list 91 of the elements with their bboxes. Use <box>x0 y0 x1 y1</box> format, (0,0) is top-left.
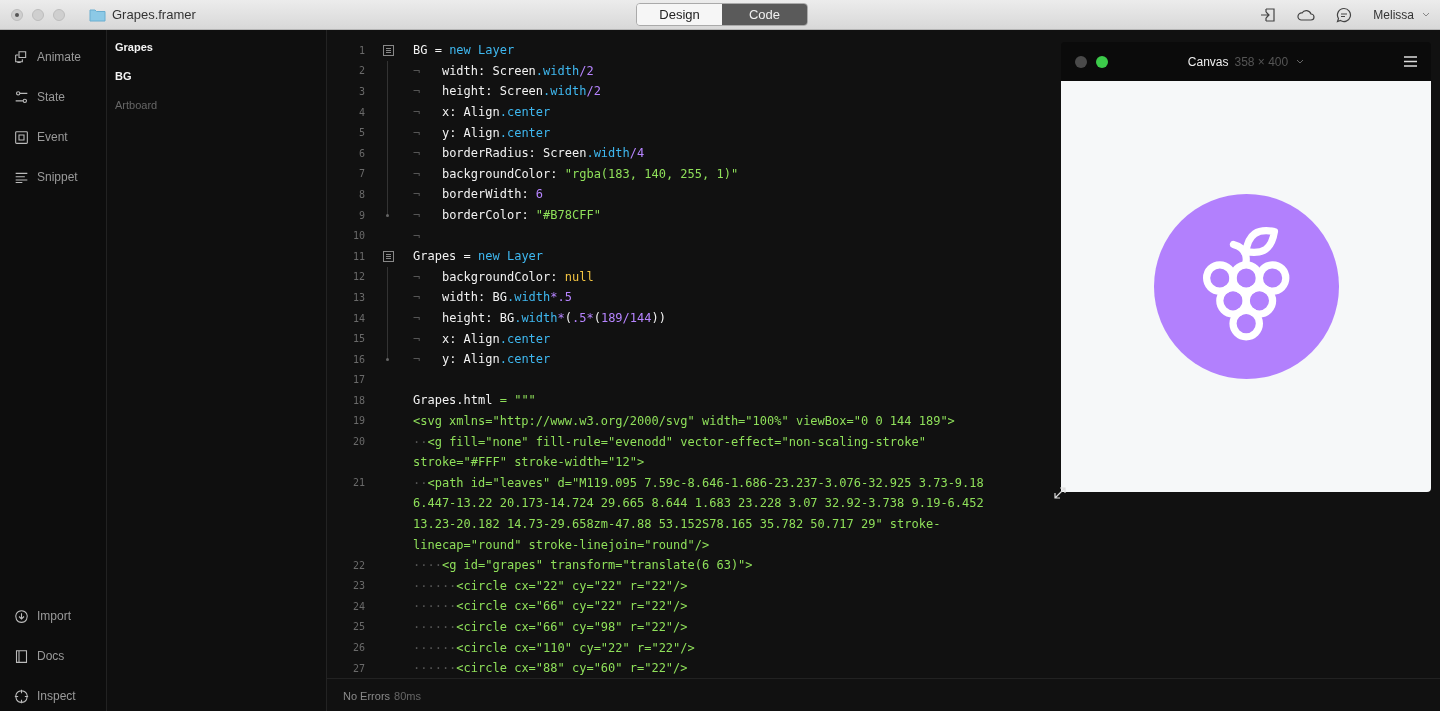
code-line: 13.23-20.182 14.73-29.658zm-47.88 53.152S78.165 35.782 50.717 29" stroke- <box>413 516 941 531</box>
resize-icon[interactable] <box>1053 486 1067 500</box>
line-number: 7 <box>357 168 365 180</box>
code-line: linecap="round" stroke-linejoin="round"/> <box>413 537 710 552</box>
code-line: ¬ borderRadius: Screen.width/4 <box>413 146 645 161</box>
layer-item[interactable]: Grapes <box>107 38 153 56</box>
line-number: 23 <box>351 580 365 592</box>
code-line: ¬ height: Screen.width/2 <box>413 84 601 99</box>
status-message: No Errors <box>343 690 391 703</box>
code-line: stroke="#FFF" stroke-width="12"> <box>413 455 645 470</box>
animate-icon <box>14 49 29 65</box>
code-line: ¬ <box>413 228 421 243</box>
code-line: ¬ y: Align.center <box>413 352 551 367</box>
line-number: 1 <box>357 44 365 56</box>
line-number: 10 <box>351 230 365 242</box>
line-number: 17 <box>351 374 365 386</box>
window-title: Grapes.framer <box>112 7 196 22</box>
sidebar-item[interactable]: Inspect <box>0 685 106 707</box>
line-number: 27 <box>351 662 365 674</box>
event-icon <box>14 129 29 145</box>
mode-tab[interactable]: Design <box>637 4 722 25</box>
code-line: ¬ borderWidth: 6 <box>413 187 544 202</box>
canvas-title: Canvas <box>1187 54 1229 69</box>
line-number: 18 <box>351 394 365 406</box>
status-time: 80ms <box>394 690 421 703</box>
code-line: ··<g fill="none" fill-rule="evenodd" vector-effect="non-scaling-stroke" <box>413 434 926 449</box>
docs-icon <box>14 648 29 664</box>
code-line: ··<path id="leaves" d="M119.095 7.59c-8.646-1.686-23.237-3.076-32.925 3.73-9.18 <box>413 475 984 490</box>
code-line: ······<circle cx="66" cy="22" r="22"/> <box>413 599 688 614</box>
code-line: ¬ y: Align.center <box>413 125 551 140</box>
code-line: <svg xmlns="http://www.w3.org/2000/svg" width="100%" viewBox="0 0 144 189"> <box>413 414 955 428</box>
inspect-icon <box>14 688 29 704</box>
line-number: 9 <box>357 209 365 221</box>
line-number: 5 <box>357 127 365 139</box>
sidebar-item[interactable]: Docs <box>0 645 106 667</box>
code-line: ¬ backgroundColor: null <box>413 269 594 284</box>
line-number: 25 <box>351 621 365 633</box>
code-line: ¬ backgroundColor: "rgba(183, 140, 255, 1)" <box>413 166 739 181</box>
code-line: Grapes = new Layer <box>413 249 544 264</box>
sidebar-item[interactable]: State <box>0 86 106 108</box>
import-icon <box>14 608 29 624</box>
window-control-button[interactable] <box>1096 55 1108 68</box>
code-line: ······<circle cx="88" cy="60" r="22"/> <box>413 661 688 676</box>
code-line: ······<circle cx="22" cy="22" r="22"/> <box>413 578 688 593</box>
window-control-button[interactable] <box>11 8 23 21</box>
code-line: ¬ width: Screen.width/2 <box>413 63 594 78</box>
export-icon[interactable] <box>1260 6 1277 23</box>
code-line: ······<circle cx="110" cy="22" r="22"/> <box>413 640 695 655</box>
sidebar-item[interactable]: Animate <box>0 46 106 68</box>
line-number: 4 <box>357 106 365 118</box>
line-number: 6 <box>357 147 365 159</box>
line-number: 19 <box>351 415 365 427</box>
state-icon <box>14 89 29 105</box>
code-line: BG = new Layer <box>413 43 515 58</box>
sidebar-item[interactable]: Event <box>0 126 106 148</box>
line-number: 13 <box>351 291 365 303</box>
fold-icon[interactable] <box>382 250 394 262</box>
cloud-icon[interactable] <box>1297 7 1316 22</box>
line-number: 14 <box>351 312 365 324</box>
code-line: ¬ x: Align.center <box>413 331 551 346</box>
line-number: 2 <box>357 65 365 77</box>
line-number: 11 <box>351 250 365 262</box>
sidebar-item[interactable]: Import <box>0 605 106 627</box>
code-line: ¬ x: Align.center <box>413 105 551 120</box>
line-number: 24 <box>351 600 365 612</box>
caret-icon <box>1422 12 1430 17</box>
caret-icon <box>1296 59 1305 64</box>
user-menu[interactable]: Melissa <box>1373 7 1430 22</box>
code-line: 6.447-13.22 20.173-14.724 29.665 8.644 1.683 23.228 3.07 32.92-3.738 9.19-6.452 <box>413 496 984 511</box>
fold-icon[interactable] <box>382 44 394 56</box>
line-number: 16 <box>351 353 365 365</box>
line-number: 15 <box>351 333 365 345</box>
mode-tab[interactable]: Code <box>722 4 807 25</box>
code-line: ¬ height: BG.width*(.5*(189/144)) <box>413 311 666 325</box>
line-number: 22 <box>351 559 365 571</box>
menu-icon[interactable] <box>1404 56 1417 67</box>
code-line: ¬ borderColor: "#B78CFF" <box>413 208 601 223</box>
line-number: 20 <box>351 436 365 448</box>
code-line: Grapes.html = """ <box>413 393 536 408</box>
line-number: 21 <box>351 477 365 489</box>
line-number: 8 <box>357 188 365 200</box>
folder-icon <box>89 7 106 22</box>
layer-item[interactable]: BG <box>107 67 132 85</box>
code-line: ····<g id="grapes" transform="translate(6 63)"> <box>413 558 753 573</box>
code-line: ¬ width: BG.width*.5 <box>413 290 572 305</box>
sidebar-item[interactable]: Snippet <box>0 166 106 188</box>
line-number: 3 <box>357 86 365 97</box>
chat-icon[interactable] <box>1336 6 1353 23</box>
code-line: ······<circle cx="66" cy="98" r="22"/> <box>413 619 688 634</box>
line-number: 26 <box>351 642 365 653</box>
line-number: 12 <box>351 271 365 283</box>
